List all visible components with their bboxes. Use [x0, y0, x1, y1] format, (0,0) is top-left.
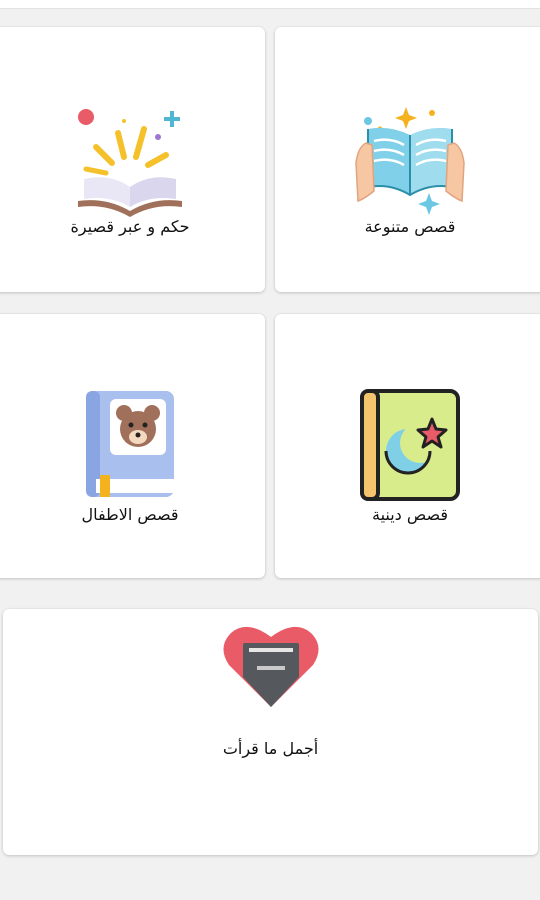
category-label: قصص متنوعة — [364, 217, 456, 236]
crescent-star-book-icon — [358, 389, 462, 505]
category-label: قصص دينية — [371, 505, 449, 524]
category-label: أجمل ما قرأت — [222, 739, 319, 758]
category-label: حكم و عبر قصيرة — [70, 217, 190, 236]
top-strip — [0, 0, 540, 9]
app-screen: قصص متنوعة حكم و عبر قصيرة قصص دينية قصص… — [0, 0, 540, 900]
category-label: قصص الاطفال — [81, 505, 179, 524]
category-card-wisdom[interactable]: حكم و عبر قصيرة — [0, 27, 265, 292]
book-sparkle-icon — [72, 103, 188, 223]
category-card-religious-stories[interactable]: قصص دينية — [275, 314, 540, 578]
open-book-hands-icon — [354, 103, 466, 219]
category-card-favorites[interactable]: أجمل ما قرأت — [3, 609, 538, 855]
bear-book-icon — [82, 389, 178, 505]
heart-inbox-icon — [222, 621, 319, 713]
category-card-children-stories[interactable]: قصص الاطفال — [0, 314, 265, 578]
category-card-varied-stories[interactable]: قصص متنوعة — [275, 27, 540, 292]
